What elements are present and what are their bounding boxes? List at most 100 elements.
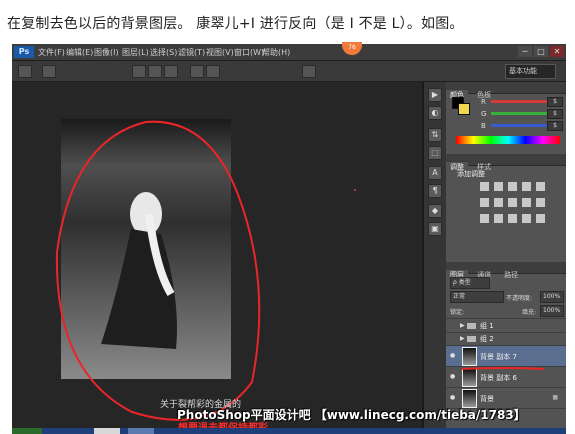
blue-slider[interactable] [491,124,547,127]
options-bar: 基本功能 [12,61,566,82]
color-spectrum[interactable] [456,136,560,144]
adjust-label: 添加调整 [457,170,485,178]
right-panels: 颜色 色板 R $ G $ B $ 调整 样式 添加调整 图层 通道 路径 ρ … [446,82,566,428]
window-controls: ─ □ ✕ [518,46,564,57]
hue-icon[interactable] [480,198,489,207]
green-slider[interactable] [491,112,547,115]
posterize-icon[interactable] [494,214,503,223]
menu-help[interactable]: 帮助(H) [262,47,290,58]
bw-icon[interactable] [508,198,517,207]
properties-icon[interactable]: ▣ [428,222,442,236]
brush-icon[interactable]: ◐ [428,106,442,120]
workspace-switcher[interactable]: 基本功能 [505,64,556,79]
eye-icon[interactable]: ● [450,373,455,380]
lock-label: 锁定: [450,309,465,316]
document-canvas[interactable] [12,82,420,428]
caption-text: 在复制去色以后的背景图层。 康翠儿+I 进行反向（是 I 不是 L）。如图。 [7,16,464,32]
layer-name: 背景 [480,395,494,403]
color-panel: R $ G $ B $ [446,94,566,154]
align-center-icon[interactable] [148,65,162,78]
channel-b-label: B [481,122,486,130]
channel-mixer-icon[interactable] [536,198,545,207]
color-balance-icon[interactable] [494,198,503,207]
invert-icon[interactable] [480,214,489,223]
red-underline [461,367,545,370]
red-slider[interactable] [491,100,547,103]
expand-triangle-icon[interactable]: ▶ [460,335,465,342]
color-panel-tabs: 颜色 色板 [446,82,566,101]
layers-panel: ρ 类型 正常 不透明度: 100% 锁定: 填充: 100% ▶ 组 1 ▶ … [446,274,566,428]
layers-panel-tabs: 图层 通道 路径 [446,262,566,281]
eye-icon[interactable]: ● [450,394,455,401]
folder-icon [467,323,476,329]
threshold-icon[interactable] [508,214,517,223]
align-left-icon[interactable] [132,65,146,78]
opacity-input[interactable]: 100% [540,291,564,303]
menu-bar: Ps 文件(F) 编辑(E) 图像(I) 图层(L) 选择(S) 滤镜(T) 视… [12,44,566,61]
move-tool-icon[interactable] [18,65,32,78]
taskbar [12,428,566,434]
ps-logo: Ps [14,46,34,58]
menu-select[interactable]: 选择(S) [150,47,177,58]
menu-filter[interactable]: 滤镜(T) [178,47,205,58]
layer-name: 组 2 [480,335,494,343]
menu-layer[interactable]: 图层(L) [122,47,149,58]
align-right-icon[interactable] [164,65,178,78]
menu-edit[interactable]: 编辑(E) [66,47,93,58]
curves-icon[interactable] [508,182,517,191]
3d-icon[interactable]: ◆ [428,204,442,218]
blue-value[interactable]: $ [547,121,563,131]
fill-label: 填充: [522,309,537,316]
cursor-mark [354,189,356,191]
red-value[interactable]: $ [547,97,563,107]
menu-view[interactable]: 视图(V) [206,47,234,58]
vibrance-icon[interactable] [536,182,545,191]
channel-g-label: G [481,110,487,118]
opacity-label: 不透明度: [506,295,533,302]
auto-select-checkbox[interactable] [42,65,56,78]
layer-comp-icon[interactable]: ⬚ [428,146,442,160]
distribute-vertical-icon[interactable] [206,65,220,78]
taskbar-app[interactable] [94,428,120,434]
fill-input[interactable]: 100% [540,305,564,317]
levels-icon[interactable] [494,182,503,191]
folder-icon [467,336,476,342]
layer-row-selected[interactable]: ● 背景 副本 7 [446,346,566,367]
history-icon[interactable]: ▶ [428,88,442,102]
layer-row[interactable]: ▶ 组 1 [446,320,566,333]
maximize-button[interactable]: □ [534,46,548,57]
photoshop-screenshot: Ps 文件(F) 编辑(E) 图像(I) 图层(L) 选择(S) 滤镜(T) 视… [12,44,566,428]
channel-r-label: R [481,98,486,106]
brightness-icon[interactable] [480,182,489,191]
exposure-icon[interactable] [522,182,531,191]
background-color-swatch[interactable] [458,103,470,115]
kind-filter-select[interactable]: ρ 类型 [450,277,490,289]
menu-file[interactable]: 文件(F) [38,47,65,58]
photo-filter-icon[interactable] [522,198,531,207]
3d-mode-icon[interactable] [302,65,316,78]
layer-name: 背景 副本 6 [480,374,517,382]
adjust-panel: 添加调整 [446,166,566,262]
layer-thumbnail [462,347,477,366]
red-highlight-circle [55,120,261,421]
taskbar-app[interactable] [128,428,154,434]
eye-icon[interactable]: ● [450,352,455,359]
layer-name: 背景 副本 7 [480,353,517,361]
selective-color-icon[interactable] [536,214,545,223]
swap-icon[interactable]: ⇅ [428,128,442,142]
panel-icon-strip: ▶ ◐ ⇅ ⬚ A ¶ ◆ ▣ [424,82,446,428]
start-button[interactable] [12,428,42,434]
layer-row[interactable]: ▶ 组 2 [446,333,566,346]
green-value[interactable]: $ [547,109,563,119]
minimize-button[interactable]: ─ [518,46,532,57]
character-icon[interactable]: A [428,166,442,180]
menu-window[interactable]: 窗口(W) [234,47,264,58]
gradient-map-icon[interactable] [522,214,531,223]
paragraph-icon[interactable]: ¶ [428,184,442,198]
close-button[interactable]: ✕ [550,46,564,57]
expand-triangle-icon[interactable]: ▶ [460,322,465,329]
adjust-panel-tabs: 调整 样式 [446,154,566,173]
menu-image[interactable]: 图像(I) [94,47,119,58]
blend-mode-select[interactable]: 正常 [450,291,504,303]
distribute-icon[interactable] [190,65,204,78]
